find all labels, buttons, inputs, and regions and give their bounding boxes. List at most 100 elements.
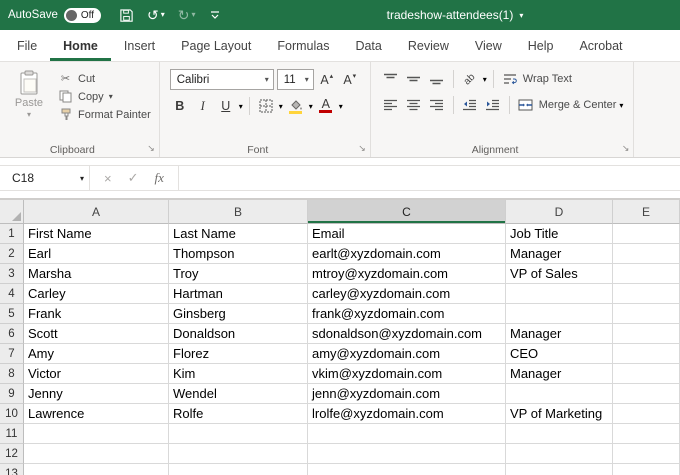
select-all-corner[interactable] [0,200,24,224]
cell-D4[interactable] [506,284,613,304]
fill-color-button[interactable] [286,96,306,116]
customize-qat-button[interactable] [209,9,221,21]
cell-A7[interactable]: Amy [24,344,169,364]
cell-E12[interactable] [613,444,680,464]
tab-review[interactable]: Review [395,30,462,61]
tab-acrobat[interactable]: Acrobat [566,30,635,61]
column-header-C[interactable]: C [308,200,506,224]
merge-center-label[interactable]: Merge & Center [539,99,617,111]
row-header-12[interactable]: 12 [0,444,24,464]
tab-home[interactable]: Home [50,30,111,61]
orientation-dropdown-icon[interactable]: ▾ [483,75,487,84]
orientation-button[interactable]: ab [460,69,480,89]
font-color-button[interactable]: A [316,96,336,116]
cell-D3[interactable]: VP of Sales [506,264,613,284]
cell-E9[interactable] [613,384,680,404]
cut-button[interactable]: ✂ Cut [58,72,151,85]
tab-formulas[interactable]: Formulas [264,30,342,61]
cell-A1[interactable]: First Name [24,224,169,244]
cell-B10[interactable]: Rolfe [169,404,308,424]
row-header-11[interactable]: 11 [0,424,24,444]
middle-align-button[interactable] [404,69,424,89]
cell-A2[interactable]: Earl [24,244,169,264]
column-header-D[interactable]: D [506,200,613,224]
cell-D13[interactable] [506,464,613,475]
copy-button[interactable]: Copy ▾ [58,90,151,103]
cell-B9[interactable]: Wendel [169,384,308,404]
increase-font-size-button[interactable]: A ▴ [317,70,337,90]
bold-button[interactable]: B [170,96,190,116]
cell-B12[interactable] [169,444,308,464]
row-header-7[interactable]: 7 [0,344,24,364]
align-center-button[interactable] [404,95,424,115]
font-color-dropdown-icon[interactable]: ▾ [339,102,343,111]
cell-E13[interactable] [613,464,680,475]
decrease-indent-button[interactable] [460,95,480,115]
cell-E4[interactable] [613,284,680,304]
merge-center-dropdown-icon[interactable]: ▾ [619,101,623,110]
cell-C7[interactable]: amy@xyzdomain.com [308,344,506,364]
enter-button[interactable]: ✓ [128,170,139,186]
cell-C13[interactable] [308,464,506,475]
cell-A11[interactable] [24,424,169,444]
row-header-4[interactable]: 4 [0,284,24,304]
undo-button[interactable]: ↺ ▾ [147,8,165,22]
column-header-E[interactable]: E [613,200,680,224]
cell-D12[interactable] [506,444,613,464]
cell-C1[interactable]: Email [308,224,506,244]
cell-A12[interactable] [24,444,169,464]
row-header-1[interactable]: 1 [0,224,24,244]
align-left-button[interactable] [381,95,401,115]
cell-E2[interactable] [613,244,680,264]
cell-A5[interactable]: Frank [24,304,169,324]
fill-color-dropdown-icon[interactable]: ▾ [309,102,313,111]
cell-C3[interactable]: mtroy@xyzdomain.com [308,264,506,284]
column-header-B[interactable]: B [169,200,308,224]
cell-D10[interactable]: VP of Marketing [506,404,613,424]
cell-D11[interactable] [506,424,613,444]
row-header-3[interactable]: 3 [0,264,24,284]
merge-center-button[interactable] [516,95,536,115]
align-right-button[interactable] [427,95,447,115]
cell-C8[interactable]: vkim@xyzdomain.com [308,364,506,384]
cell-E1[interactable] [613,224,680,244]
cell-D9[interactable] [506,384,613,404]
tab-file[interactable]: File [4,30,50,61]
cell-E10[interactable] [613,404,680,424]
row-header-13[interactable]: 13 [0,464,24,475]
borders-button[interactable] [256,96,276,116]
cell-D8[interactable]: Manager [506,364,613,384]
cancel-button[interactable]: × [104,171,112,186]
cell-B6[interactable]: Donaldson [169,324,308,344]
cell-C12[interactable] [308,444,506,464]
cell-B8[interactable]: Kim [169,364,308,384]
bottom-align-button[interactable] [427,69,447,89]
cell-E5[interactable] [613,304,680,324]
cell-E11[interactable] [613,424,680,444]
clipboard-dialog-launcher[interactable]: ↘ [147,143,155,154]
document-title[interactable]: tradeshow-attendees(1) ▾ [387,8,524,22]
italic-button[interactable]: I [193,96,213,116]
save-button[interactable] [119,8,134,23]
row-header-6[interactable]: 6 [0,324,24,344]
cell-A10[interactable]: Lawrence [24,404,169,424]
cell-C6[interactable]: sdonaldson@xyzdomain.com [308,324,506,344]
font-dialog-launcher[interactable]: ↘ [358,143,366,154]
cell-C9[interactable]: jenn@xyzdomain.com [308,384,506,404]
cell-B7[interactable]: Florez [169,344,308,364]
cell-B3[interactable]: Troy [169,264,308,284]
cell-B11[interactable] [169,424,308,444]
tab-page-layout[interactable]: Page Layout [168,30,264,61]
row-header-8[interactable]: 8 [0,364,24,384]
wrap-text-label[interactable]: Wrap Text [523,73,572,85]
cell-C5[interactable]: frank@xyzdomain.com [308,304,506,324]
cell-B5[interactable]: Ginsberg [169,304,308,324]
tab-view[interactable]: View [462,30,515,61]
cell-B4[interactable]: Hartman [169,284,308,304]
autosave-toggle[interactable]: AutoSave Off [8,8,101,23]
cell-A13[interactable] [24,464,169,475]
tab-help[interactable]: Help [515,30,567,61]
cell-C4[interactable]: carley@xyzdomain.com [308,284,506,304]
cell-C2[interactable]: earlt@xyzdomain.com [308,244,506,264]
cell-E3[interactable] [613,264,680,284]
